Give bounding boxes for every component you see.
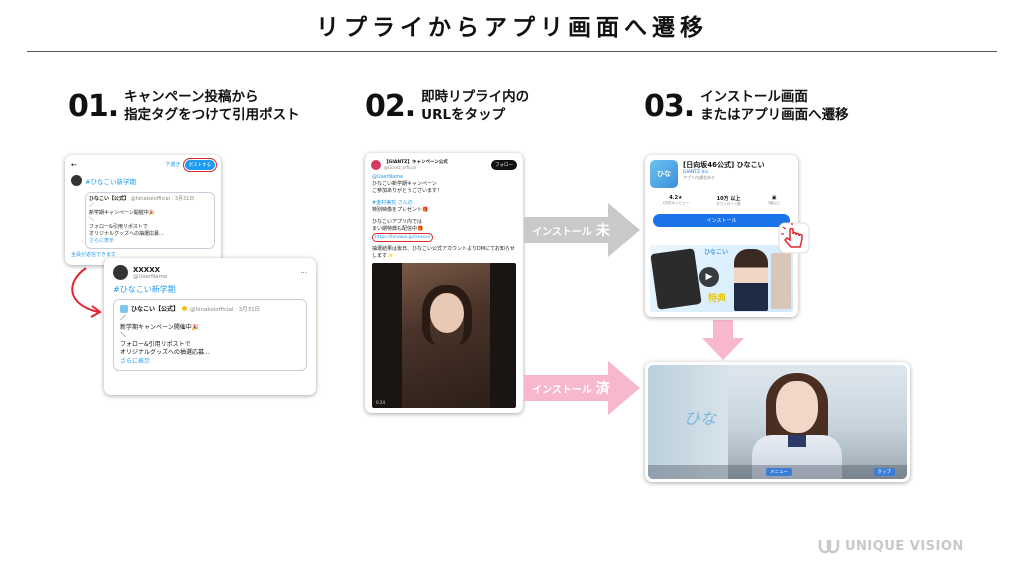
app-screen-screenshot: ひな メニュー タップ <box>645 362 910 482</box>
video-player[interactable]: 0:24 <box>372 263 516 408</box>
quote-line: ／ <box>89 203 95 209</box>
zoom-quote-line: フォロー&引用リポストで <box>120 340 191 348</box>
step-1-line1: キャンペーン投稿から <box>124 89 259 105</box>
red-curve-arrow-icon <box>71 267 102 318</box>
quoted-post-small: ひなこい【公式】 @hinakoiofficial · 3月31日 ／ 新学期キ… <box>85 192 215 249</box>
title-divider <box>27 51 997 52</box>
reply-app-line1: ひなこいアプリ内では <box>372 219 423 225</box>
compose-screenshot: ← 下書き ポストする #ひなこい新学期 ひなこい【公式】 @hinakoiof… <box>65 155 221 265</box>
zoom-quote-line: 新学期キャンペーン開催中🎉 <box>120 323 200 331</box>
step-3-number: 03. <box>644 88 695 124</box>
zoom-avatar-icon <box>113 265 128 280</box>
step-1-number: 01. <box>68 88 119 124</box>
zoom-quote-line: オリジナルグッズへの抽選応募... <box>120 349 210 356</box>
uniform-tie <box>788 435 806 447</box>
step-2-header: 02. 即時リプライ内の URLをタップ <box>365 88 529 124</box>
play-icon[interactable]: ▶ <box>699 267 719 287</box>
installed-text: インストール <box>532 384 592 396</box>
app-promo-image: ▶ ひなこい 特典 <box>650 245 793 312</box>
zoom-handle: @UserName <box>133 273 168 280</box>
reply-line: ひなこい新学期キャンペーン <box>372 181 437 187</box>
zoom-quote-line: ／ <box>120 315 127 322</box>
reply-tweet-screenshot: 【GIANTZ】キャンペーン公式 @Giantz_official フォロー @… <box>365 153 523 413</box>
compose-hashtag[interactable]: #ひなこい新学期 <box>85 176 136 186</box>
reply-account-handle: @Giantz_official <box>384 165 417 170</box>
quote-handle: @hinakoiofficial · 3月31日 <box>130 196 195 202</box>
zoom-more-link[interactable]: さらに表示 <box>120 358 300 367</box>
quote-name: ひなこい【公式】 <box>89 196 130 202</box>
step-1-header: 01. キャンペーン投稿から 指定タグをつけて引用ポスト <box>68 88 300 124</box>
phone-mockup <box>650 248 702 310</box>
quote-post-zoom: XXXXX @UserName ··· #ひなこい新学期 ひなこい【公式】 @h… <box>104 258 316 395</box>
girl-face <box>776 381 818 433</box>
brand-name: UNIQUE VISION <box>845 538 964 554</box>
step-2-line1: 即時リプライ内の <box>421 89 530 105</box>
step-3-line1: インストール画面 <box>700 89 808 105</box>
install-button[interactable]: インストール <box>653 214 790 227</box>
hinakoi-logo-icon <box>120 304 128 313</box>
reply-gift-line1: #金村美玖 さんの <box>372 200 413 206</box>
step-2-line2: URLをタップ <box>421 107 506 123</box>
app-age: 3歳以上 <box>767 201 781 205</box>
promo-sub: 特典 <box>708 294 727 304</box>
reply-line: ご参加ありがとうございます！ <box>372 188 443 194</box>
quote-line: 新学期キャンペーン開催中🎉 <box>89 210 155 216</box>
app-downloads: 10万 以上 <box>716 196 741 202</box>
giantz-avatar-icon <box>371 159 381 170</box>
quote-more-link[interactable]: さらに表示 <box>89 238 211 245</box>
draft-link[interactable]: 下書き <box>165 162 180 169</box>
avatar-icon <box>71 175 82 186</box>
app-downloads-label: ダウンロード数 <box>716 202 741 206</box>
down-pink-arrow-icon <box>702 320 744 360</box>
step-3-line2: またはアプリ画面へ遷移 <box>700 107 849 123</box>
quote-line: オリジナルグッズへの抽選応募... <box>89 231 164 237</box>
post-button[interactable]: ポストする <box>182 158 217 172</box>
step-3-header: 03. インストール画面 またはアプリ画面へ遷移 <box>644 88 849 124</box>
app-purchase-note: アプリ内課金あり <box>683 175 715 180</box>
app-screen-image: ひな メニュー タップ <box>648 365 907 479</box>
app-tap-button[interactable]: タップ <box>873 468 895 476</box>
app-stats: 4.2★ 4万件のレビュー 10万 以上 ダウンロード数 ▣ 3歳以上 <box>645 193 798 209</box>
verified-badge-icon <box>182 306 188 311</box>
reply-result-text: 抽選結果は後日、ひなこい公式アカウントよりDMにてお知らせします✨ <box>372 246 515 259</box>
quote-line: ＼ <box>89 217 95 223</box>
reply-gift-line2: 特別映像をプレゼント🎁 <box>372 207 429 213</box>
store-screenshot: ひな [日向坂46公式] ひなこい GIANTZ Inc. アプリ内課金あり 4… <box>645 155 798 317</box>
zoom-quote-handle: @hinakoiofficial · 3月31日 <box>190 306 261 313</box>
video-time: 0:24 <box>376 400 385 405</box>
quoted-post-zoom: ひなこい【公式】 @hinakoiofficial · 3月31日 ／ 新学期キ… <box>113 299 307 371</box>
reply-mention[interactable]: @UserName <box>372 174 516 181</box>
promo-thumb <box>771 253 791 309</box>
app-menu-button[interactable]: メニュー <box>766 468 792 476</box>
video-hair <box>422 285 472 345</box>
promo-text: ひなこい <box>704 249 729 256</box>
brand-logo: UNIQUE VISION <box>818 538 964 554</box>
zoom-hashtag[interactable]: #ひなこい新学期 <box>104 280 316 299</box>
zoom-username: XXXXX <box>133 265 160 274</box>
reply-url-link[interactable]: https://hinakoi.jp/l/xxxxx <box>372 233 434 242</box>
page-title: リプライからアプリ画面へ遷移 <box>316 15 708 41</box>
zoom-quote-line: ＼ <box>120 332 127 339</box>
unique-vision-logo-icon <box>818 540 840 554</box>
not-installed-text: インストール <box>532 226 592 238</box>
step-1-line2: 指定タグをつけて引用ポスト <box>124 107 300 123</box>
tap-hand-icon <box>778 222 810 254</box>
more-options-icon[interactable]: ··· <box>300 269 307 277</box>
zoom-quote-name: ひなこい【公式】 <box>131 306 180 313</box>
app-screen-logo: ひな <box>684 409 717 428</box>
app-name: [日向坂46公式] ひなこい <box>683 161 765 169</box>
step-2-number: 02. <box>365 88 416 124</box>
installed-label: インストール済 <box>524 375 618 401</box>
quote-line: フォロー&引用リポストで <box>89 224 148 230</box>
back-arrow-icon[interactable]: ← <box>71 161 77 169</box>
not-installed-mark: 未 <box>595 223 610 239</box>
installed-mark: 済 <box>595 381 610 397</box>
follow-button[interactable]: フォロー <box>491 159 517 170</box>
reply-app-line2: まい期特典も配信中🎁 <box>372 226 424 232</box>
app-icon: ひな <box>650 160 678 188</box>
not-installed-label: インストール未 <box>524 217 618 243</box>
promo-person <box>734 249 768 311</box>
app-rating-label: 4万件のレビュー <box>662 201 690 205</box>
